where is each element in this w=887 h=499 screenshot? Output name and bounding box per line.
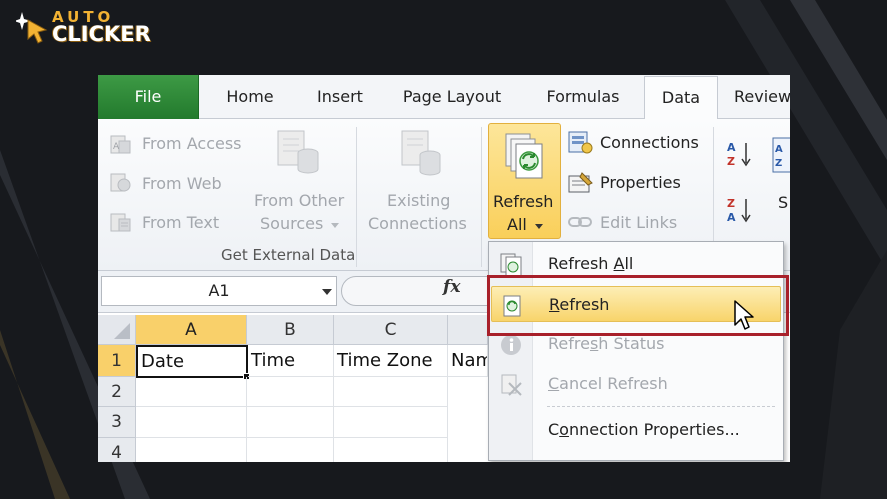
cell-c1[interactable]: Time Zone (334, 345, 448, 377)
mouse-pointer-icon (734, 300, 754, 330)
cell-b1[interactable]: Time (248, 345, 334, 377)
name-box-dropdown-icon[interactable] (322, 289, 332, 295)
excel-screenshot: File Home Insert Page Layout Formulas Da… (98, 75, 790, 462)
menu-label-connection-properties: Connection Properties... (548, 420, 740, 439)
svg-text:A: A (727, 141, 736, 154)
group-label-get-external-data: Get External Data (221, 246, 356, 264)
menu-item-cancel-refresh[interactable]: Cancel Refresh (491, 366, 781, 402)
menu-label-cancel-refresh: Cancel Refresh (548, 374, 668, 393)
column-header-c[interactable]: C (334, 315, 448, 345)
auto-clicker-logo: AUTO CLICKER (16, 6, 186, 46)
cell-c3[interactable] (334, 407, 448, 438)
cell-c2[interactable] (334, 377, 448, 407)
tab-formulas[interactable]: Formulas (536, 75, 630, 119)
from-access-button[interactable]: From Access (142, 134, 242, 153)
tab-insert[interactable]: Insert (306, 75, 374, 119)
column-header-b[interactable]: B (247, 315, 334, 345)
ribbon-separator (481, 127, 482, 267)
select-all-corner[interactable] (98, 315, 136, 345)
sort-button-label[interactable]: S (778, 193, 788, 212)
cell-d1[interactable]: Nam (448, 345, 488, 377)
tab-data[interactable]: Data (644, 76, 718, 121)
menu-label-refresh-status: Refresh Status (548, 334, 665, 353)
cell-c4[interactable] (334, 438, 448, 462)
column-header-d[interactable] (448, 315, 488, 345)
cancel-refresh-icon (501, 374, 522, 396)
refresh-all-button[interactable]: Refresh All (488, 123, 561, 239)
formula-bar-divider (341, 276, 491, 306)
logo-line-2: CLICKER (52, 22, 151, 46)
svg-text:Z: Z (727, 155, 735, 168)
access-db-icon: A (110, 135, 131, 154)
from-text-button[interactable]: From Text (142, 213, 219, 232)
refresh-all-dropdown-menu: Refresh All Refresh Refresh Status Cance… (488, 241, 784, 461)
connections-icon (568, 131, 593, 154)
existing-connections-line2[interactable]: Connections (368, 214, 467, 233)
existing-connections-icon (401, 130, 441, 176)
tab-review[interactable]: Review (734, 75, 790, 119)
name-box[interactable]: A1 (101, 276, 337, 306)
svg-text:A: A (775, 144, 783, 155)
menu-label-refresh-all: Refresh All (548, 254, 634, 273)
cell-a2[interactable] (136, 377, 247, 407)
edit-links-button[interactable]: Edit Links (600, 213, 677, 232)
info-icon (501, 335, 521, 355)
other-sources-icon (277, 130, 319, 174)
web-globe-icon (110, 173, 131, 192)
row-header-3[interactable]: 3 (98, 407, 136, 438)
properties-button[interactable]: Properties (600, 173, 681, 192)
column-header-a[interactable]: A (136, 315, 247, 345)
corner-triangle-icon (114, 323, 130, 339)
svg-text:A: A (727, 211, 736, 224)
cell-b3[interactable] (247, 407, 334, 438)
cell-b4[interactable] (247, 438, 334, 462)
refresh-all-icon (505, 133, 543, 179)
row-header-1[interactable]: 1 (98, 345, 136, 377)
svg-text:Z: Z (775, 158, 782, 169)
cell-a1[interactable]: Date (136, 345, 248, 378)
connections-button[interactable]: Connections (600, 133, 699, 152)
menu-label-refresh: Refresh (549, 295, 610, 314)
tab-file[interactable]: File (98, 75, 199, 119)
from-other-sources-line2[interactable]: Sources (260, 214, 323, 233)
tab-home[interactable]: Home (213, 75, 287, 119)
menu-separator (547, 406, 775, 407)
text-file-icon (110, 213, 131, 232)
from-other-sources-line1[interactable]: From Other (254, 191, 344, 210)
row-header-4[interactable]: 4 (98, 438, 136, 462)
cell-a3[interactable] (136, 407, 247, 438)
refresh-all-dropdown-icon (535, 224, 543, 229)
refresh-all-line1: Refresh (493, 192, 554, 211)
refresh-all-line2: All (507, 215, 527, 234)
svg-text:A: A (113, 142, 120, 152)
ribbon-tab-bar: File Home Insert Page Layout Formulas Da… (98, 75, 790, 121)
cell-a4[interactable] (136, 438, 247, 462)
refresh-all-small-icon (500, 253, 522, 277)
cursor-star-icon (16, 12, 48, 44)
svg-text:Z: Z (727, 197, 735, 210)
refresh-small-icon (503, 295, 521, 317)
existing-connections-line1[interactable]: Existing (387, 191, 450, 210)
insert-function-icon[interactable]: fx (443, 277, 460, 297)
row-header-2[interactable]: 2 (98, 377, 136, 407)
properties-icon (568, 172, 593, 193)
ribbon-separator (356, 127, 357, 267)
sort-z-to-a-icon[interactable]: Z A (726, 195, 756, 225)
sort-a-to-z-icon[interactable]: A Z (726, 139, 756, 169)
tab-page-layout[interactable]: Page Layout (394, 75, 510, 119)
chain-link-icon (568, 217, 592, 227)
cell-b2[interactable] (247, 377, 334, 407)
menu-item-refresh-all[interactable]: Refresh All (491, 246, 781, 282)
from-web-button[interactable]: From Web (142, 174, 222, 193)
sort-dialog-icon[interactable]: A Z (772, 137, 790, 173)
from-other-sources-dropdown-icon (331, 223, 339, 228)
menu-item-connection-properties[interactable]: Connection Properties... (491, 412, 781, 448)
